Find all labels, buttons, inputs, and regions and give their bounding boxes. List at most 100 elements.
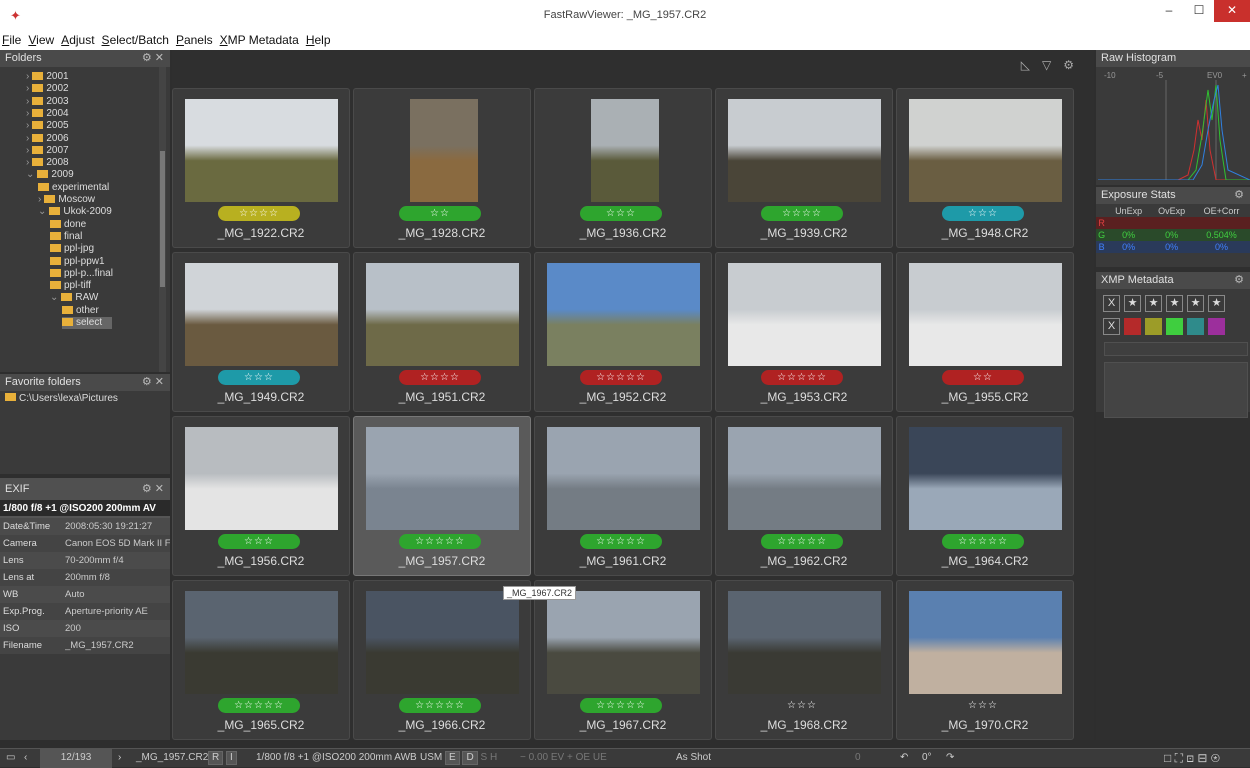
folder-open-icon[interactable]: ▭ <box>6 749 15 768</box>
folder-tree-item[interactable]: ⌄ Ukok-2009 <box>38 206 112 218</box>
folder-tree-item[interactable]: ⌄ RAW <box>50 292 98 304</box>
thumbnail-image[interactable] <box>185 427 338 530</box>
ue-toggle[interactable]: UE <box>593 752 607 763</box>
expand-arrow-icon[interactable]: ⌄ <box>26 169 34 180</box>
ev-minus-button[interactable]: − <box>520 752 526 763</box>
folder-tree-item[interactable]: ppl-p...final <box>50 268 113 280</box>
folder-tree-item[interactable]: › 2002 <box>26 83 69 95</box>
menu-file[interactable]: File <box>2 30 21 50</box>
folder-scrollbar[interactable] <box>159 67 166 372</box>
gear-icon[interactable]: ⚙ <box>1234 189 1244 201</box>
thumbnail-cell[interactable]: ☆☆☆☆☆ _MG_1953.CR2 <box>715 252 893 412</box>
expand-arrow-icon[interactable]: › <box>26 71 29 82</box>
thumbnail-cell[interactable]: ☆☆☆☆☆ _MG_1964.CR2 <box>896 416 1074 576</box>
gear-icon[interactable]: ⚙ <box>142 376 152 388</box>
folder-tree-item[interactable]: › 2008 <box>26 157 69 169</box>
thumbnail-image[interactable] <box>909 427 1062 530</box>
color-label-swatch[interactable] <box>1187 318 1204 335</box>
thumbnail-image[interactable] <box>909 591 1062 694</box>
rating-stars[interactable]: ☆☆ <box>399 206 481 221</box>
thumbnail-image[interactable] <box>547 427 700 530</box>
layout-icon[interactable]: ⊟ <box>1197 751 1207 765</box>
menu-adjust[interactable]: Adjust <box>61 30 94 50</box>
thumbnail-cell[interactable]: ☆☆☆☆☆ _MG_1962.CR2 <box>715 416 893 576</box>
color-label-swatch[interactable] <box>1166 318 1183 335</box>
gear-icon[interactable]: ⚙ <box>142 52 152 64</box>
settings-icon[interactable]: ⊛ <box>1211 751 1220 765</box>
rating-stars[interactable]: ☆☆☆☆☆ <box>399 698 481 713</box>
thumbnail-image[interactable] <box>366 427 519 530</box>
d-toggle[interactable]: D <box>462 751 478 765</box>
rating-stars[interactable]: ☆☆☆ <box>942 698 1024 713</box>
folder-tree-item[interactable]: other <box>62 305 99 317</box>
thumbnail-cell[interactable]: ☆☆☆☆ _MG_1939.CR2 <box>715 88 893 248</box>
expand-arrow-icon[interactable]: ⌄ <box>38 206 46 217</box>
folder-tree-item[interactable]: select <box>62 317 113 329</box>
e-toggle[interactable]: E <box>445 751 460 765</box>
chart-icon[interactable]: ◺ <box>1021 58 1030 72</box>
thumbnail-cell[interactable]: ☆☆☆☆☆ _MG_1961.CR2 <box>534 416 712 576</box>
expand-arrow-icon[interactable]: › <box>26 133 29 144</box>
minimize-button[interactable]: – <box>1154 0 1184 22</box>
folder-tree-item[interactable]: › 2003 <box>26 96 69 108</box>
filter-icon[interactable]: ▽ <box>1042 58 1051 72</box>
star-icon[interactable]: ★ <box>1145 295 1162 312</box>
s-toggle[interactable]: S <box>480 752 487 763</box>
thumbnail-cell[interactable]: ☆☆☆ _MG_1956.CR2 <box>172 416 350 576</box>
thumbnail-cell[interactable]: ☆☆ _MG_1928.CR2 <box>353 88 531 248</box>
folder-tree-item[interactable]: experimental <box>38 182 109 194</box>
rating-stars[interactable]: ☆☆☆☆☆ <box>761 534 843 549</box>
xmp-title-field[interactable] <box>1104 342 1248 356</box>
reject-button[interactable]: R <box>208 751 224 765</box>
h-toggle[interactable]: H <box>490 752 497 763</box>
rating-stars[interactable]: ☆☆☆☆☆ <box>761 370 843 385</box>
folder-tree-item[interactable]: ⌄ 2009 <box>26 169 74 181</box>
close-icon[interactable]: ✕ <box>155 483 164 495</box>
close-icon[interactable]: ✕ <box>155 376 164 388</box>
expand-arrow-icon[interactable]: ⌄ <box>50 292 58 303</box>
rating-stars[interactable]: ☆☆☆ <box>942 206 1024 221</box>
star-icon[interactable]: ★ <box>1208 295 1225 312</box>
xmp-description-field[interactable] <box>1104 362 1248 418</box>
rating-stars[interactable]: ☆☆☆☆ <box>399 370 481 385</box>
rating-stars[interactable]: ☆☆☆ <box>580 206 662 221</box>
clear-rating-button[interactable]: X <box>1103 295 1120 312</box>
rating-stars[interactable]: ☆☆☆☆☆ <box>580 370 662 385</box>
expand-arrow-icon[interactable]: › <box>26 145 29 156</box>
folder-tree-item[interactable]: › 2007 <box>26 145 69 157</box>
folder-tree-item[interactable]: › 2005 <box>26 120 69 132</box>
usm-toggle[interactable]: USM <box>420 752 442 763</box>
close-button[interactable]: ✕ <box>1214 0 1250 22</box>
rating-stars[interactable]: ☆☆☆☆ <box>218 206 300 221</box>
star-icon[interactable]: ★ <box>1187 295 1204 312</box>
rating-stars[interactable]: ☆☆☆☆☆ <box>580 698 662 713</box>
folder-tree-item[interactable]: done <box>50 219 86 231</box>
expand-arrow-icon[interactable]: › <box>26 120 29 131</box>
menu-select-batch[interactable]: Select/Batch <box>102 30 169 50</box>
folder-tree-item[interactable]: › 2001 <box>26 71 69 83</box>
ev-plus-button[interactable]: + <box>567 752 573 763</box>
thumbnail-image[interactable] <box>909 99 1062 202</box>
rating-stars[interactable]: ☆☆☆ <box>218 534 300 549</box>
menu-view[interactable]: View <box>28 30 54 50</box>
rotate-right-icon[interactable]: ↷ <box>946 749 954 768</box>
thumbnail-image[interactable] <box>547 263 700 366</box>
close-icon[interactable]: ✕ <box>155 52 164 64</box>
rating-stars[interactable]: ☆☆☆☆☆ <box>399 534 481 549</box>
next-button[interactable]: › <box>118 749 121 768</box>
gear-icon[interactable]: ⚙ <box>1234 274 1244 286</box>
thumbnail-image[interactable] <box>728 427 881 530</box>
gear-icon[interactable]: ⚙ <box>142 483 152 495</box>
expand-arrow-icon[interactable]: › <box>26 96 29 107</box>
fullscreen-icon[interactable]: ⛶ <box>1175 751 1183 765</box>
thumbnail-image[interactable] <box>185 591 338 694</box>
thumbnail-image[interactable] <box>591 99 659 202</box>
rating-stars[interactable]: ☆☆☆ <box>218 370 300 385</box>
maximize-button[interactable]: ☐ <box>1184 0 1214 22</box>
thumbnail-image[interactable] <box>185 99 338 202</box>
color-label-swatch[interactable] <box>1208 318 1225 335</box>
thumbnail-cell[interactable]: ☆☆☆ _MG_1970.CR2 <box>896 580 1074 740</box>
rating-stars[interactable]: ☆☆☆☆☆ <box>218 698 300 713</box>
clear-color-button[interactable]: X <box>1103 318 1120 335</box>
fit-icon[interactable]: □ <box>1164 751 1171 765</box>
